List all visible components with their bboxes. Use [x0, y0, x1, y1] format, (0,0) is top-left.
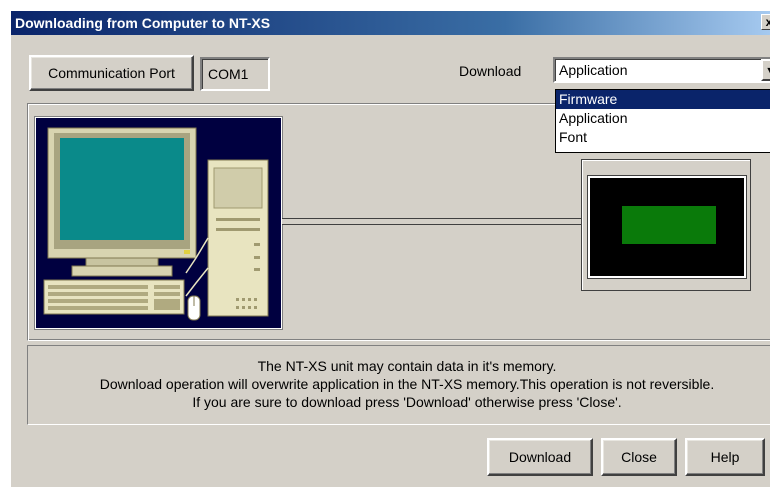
computer-illustration — [35, 117, 282, 329]
download-type-label: Download — [459, 63, 522, 79]
communication-port-button[interactable]: Communication Port — [29, 55, 194, 91]
nt-xs-device-illustration — [581, 159, 751, 291]
title-bar[interactable]: Downloading from Computer to NT-XS x — [11, 11, 770, 35]
message-line-1: The NT-XS unit may contain data in it's … — [257, 358, 557, 374]
close-icon[interactable]: x — [761, 14, 770, 30]
window-title: Downloading from Computer to NT-XS — [15, 15, 271, 31]
computer-icon — [43, 127, 269, 321]
device-display-icon — [622, 206, 716, 244]
communication-port-label: Communication Port — [48, 65, 175, 81]
close-button[interactable]: Close — [601, 438, 677, 476]
download-button[interactable]: Download — [487, 438, 593, 476]
warning-message: The NT-XS unit may contain data in it's … — [27, 345, 770, 425]
dropdown-option-font[interactable]: Font — [556, 128, 770, 147]
help-button-label: Help — [710, 449, 740, 465]
com-port-field: COM1 — [200, 57, 270, 91]
download-button-label: Download — [508, 449, 572, 465]
help-button[interactable]: Help — [685, 438, 765, 476]
device-screen — [588, 176, 746, 278]
download-type-value: Application — [559, 62, 628, 78]
download-type-select[interactable]: Application ▼ — [553, 57, 770, 83]
connection-cable — [282, 218, 582, 225]
message-line-3: If you are sure to download press 'Downl… — [192, 394, 622, 410]
dropdown-option-firmware[interactable]: Firmware — [556, 90, 770, 109]
message-line-2: Download operation will overwrite applic… — [99, 376, 715, 392]
close-button-label: Close — [621, 449, 657, 465]
dropdown-option-application[interactable]: Application — [556, 109, 770, 128]
chevron-down-icon[interactable]: ▼ — [761, 59, 770, 81]
com-port-value: COM1 — [208, 66, 249, 82]
dialog-window: Downloading from Computer to NT-XS x Com… — [10, 10, 770, 487]
download-type-dropdown-list[interactable]: Firmware Application Font — [555, 89, 770, 153]
